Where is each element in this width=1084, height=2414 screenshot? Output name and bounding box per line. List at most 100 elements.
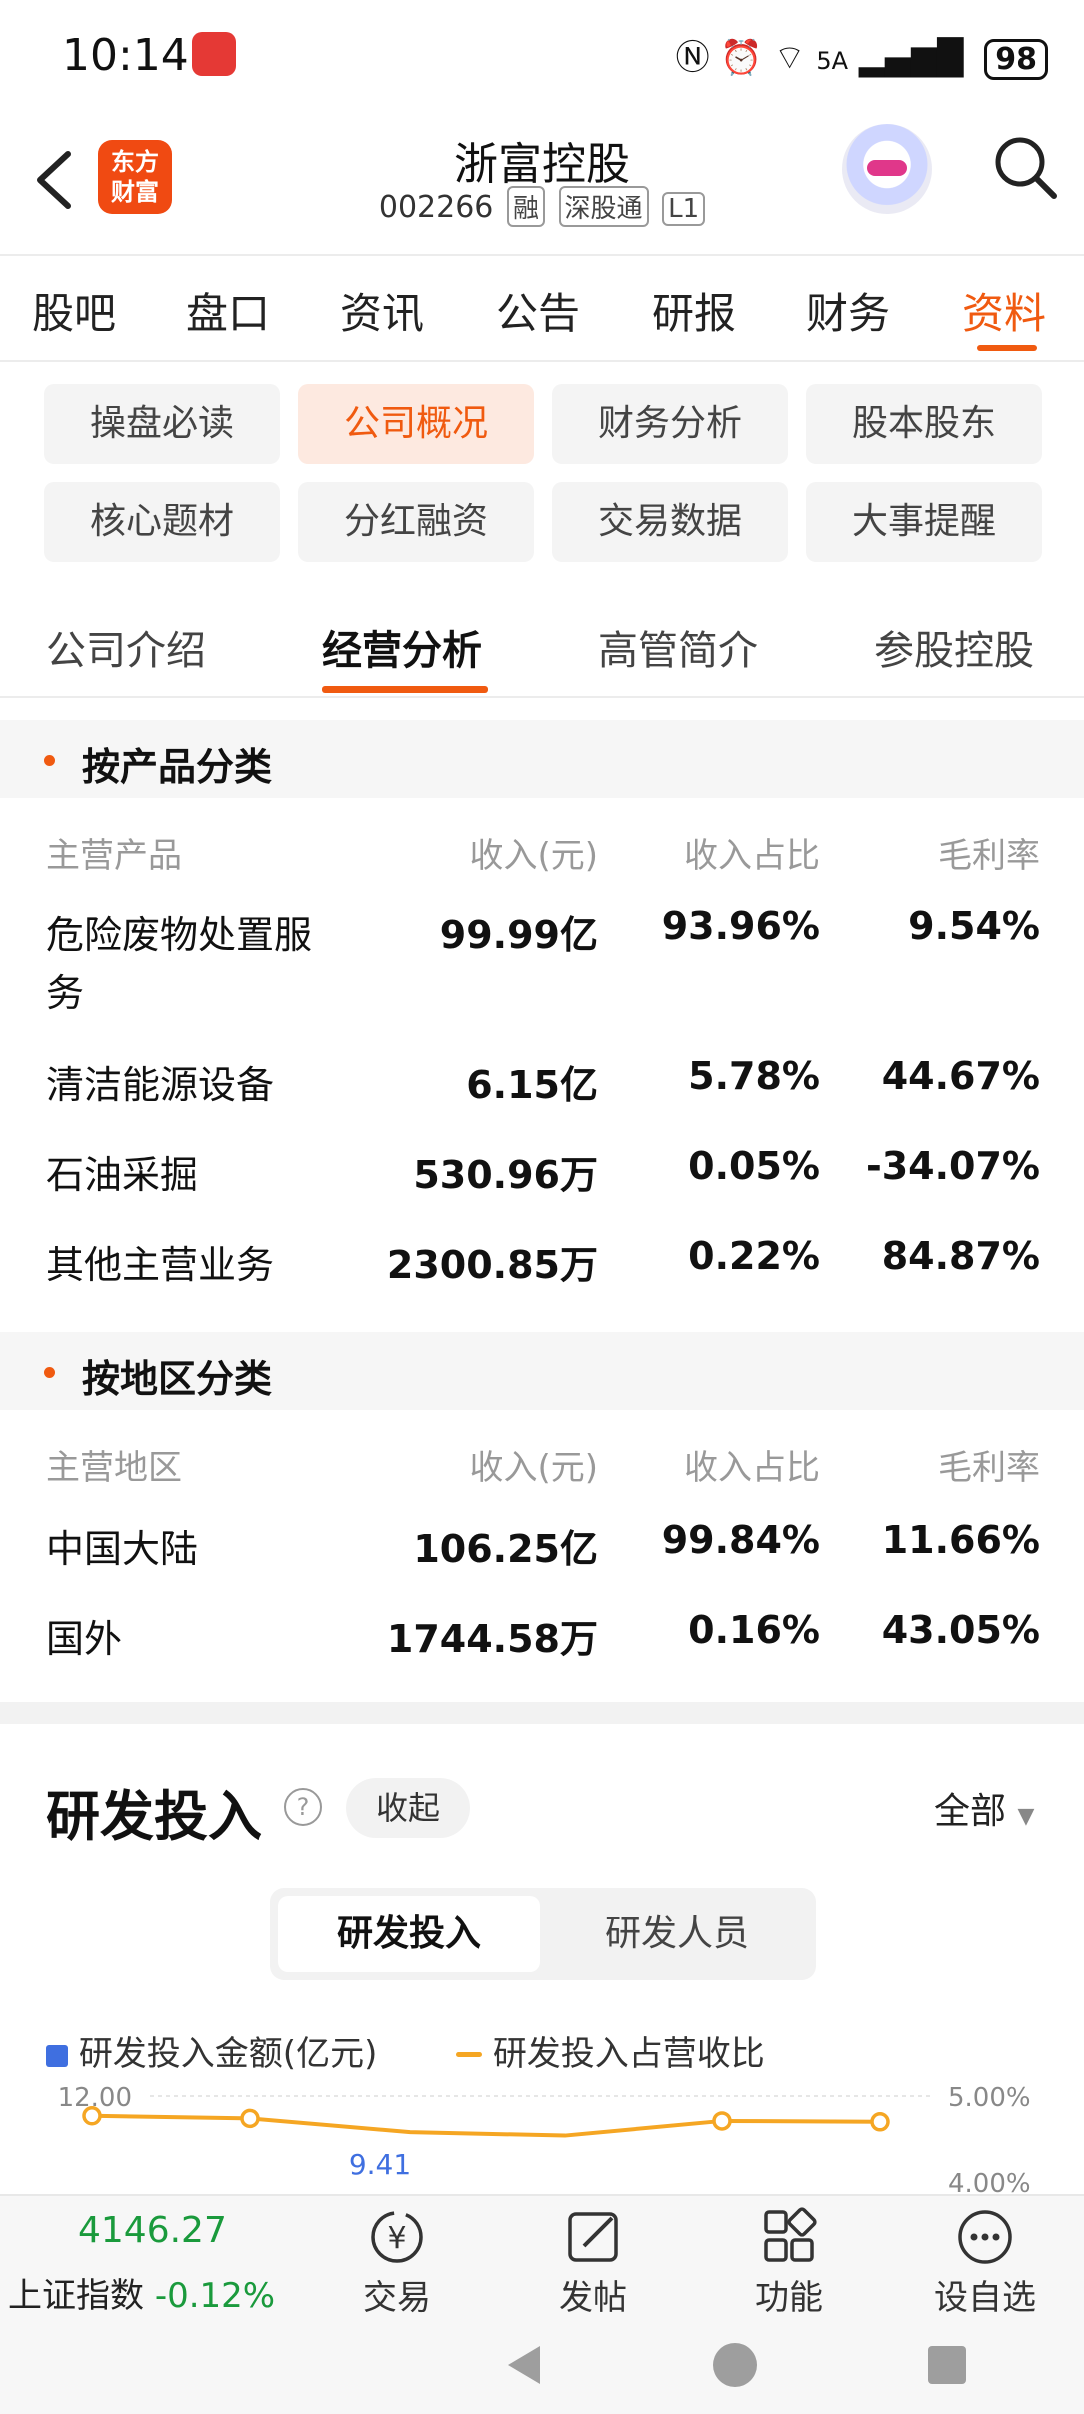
revenue-value: 6.15亿 — [466, 1063, 598, 1107]
svg-text:¥: ¥ — [387, 2221, 406, 2256]
legend-line-icon — [456, 2052, 482, 2057]
column-header-region: 主营地区 — [46, 1448, 182, 1488]
section-gap — [0, 1702, 1084, 1724]
margin-value: 84.87% — [881, 1234, 1040, 1278]
section-by-region: 按地区分类 — [0, 1332, 1084, 1410]
chip-core-themes[interactable]: 核心题材 — [44, 482, 280, 562]
subtab-executives[interactable]: 高管简介 — [598, 618, 758, 676]
ratio-point — [82, 2106, 102, 2126]
column-header-revenue: 收入(元) — [469, 1448, 598, 1488]
tab-pankou[interactable]: 盘口 — [186, 280, 270, 341]
chip-company-overview[interactable]: 公司概况 — [298, 384, 534, 464]
chip-event-reminders[interactable]: 大事提醒 — [806, 482, 1042, 562]
data-label: 9.41 — [349, 2148, 411, 2181]
ratio-value: 0.16% — [688, 1608, 820, 1652]
battery-indicator: 98 — [984, 39, 1048, 80]
subtab-holdings[interactable]: 参股控股 — [874, 618, 1034, 676]
add-watchlist-button[interactable]: 设自选 — [915, 2270, 1055, 2319]
collapse-button[interactable]: 收起 — [346, 1778, 470, 1838]
status-bar: 10:14 Ⓝ ⏰ ⌔ 5A ▂▄▆█ 98 — [0, 0, 1084, 110]
segment-rd-investment[interactable]: 研发投入 — [278, 1896, 540, 1972]
search-icon[interactable] — [990, 132, 1060, 202]
y-right-tick: 4.00% — [948, 2169, 1031, 2194]
ratio-value: 99.84% — [661, 1518, 820, 1562]
network-type: 5A — [816, 47, 849, 75]
ratio-point — [712, 2111, 732, 2131]
column-header-product: 主营产品 — [46, 836, 182, 876]
subtab-company-intro[interactable]: 公司介绍 — [46, 618, 206, 676]
ratio-value: 5.78% — [688, 1054, 820, 1098]
section-by-product: 按产品分类 — [0, 720, 1084, 798]
tab-news[interactable]: 资讯 — [340, 280, 424, 341]
rd-chart: 12.00 5.00% 4.00% 9.41 — [58, 2083, 1031, 2194]
margin-tag: 融 — [506, 186, 545, 227]
nav-recents-icon[interactable] — [922, 2340, 972, 2390]
ratio-value: 0.22% — [688, 1234, 820, 1278]
margin-value: 44.67% — [881, 1054, 1040, 1098]
nav-home-icon[interactable] — [710, 2340, 760, 2390]
caret-down-icon: ▼ — [1017, 1804, 1035, 1829]
ratio-point — [240, 2108, 260, 2129]
revenue-value: 106.25亿 — [413, 1527, 598, 1571]
wifi-icon: ⌔ — [773, 38, 806, 78]
ratio-line — [91, 2113, 881, 2138]
legend-label: 研发投入占营收比 — [492, 2034, 765, 2074]
status-icons: Ⓝ ⏰ ⌔ 5A ▂▄▆█ 98 — [676, 30, 1048, 80]
more-icon[interactable] — [950, 2206, 1020, 2268]
tab-profile[interactable]: 资料 — [962, 280, 1046, 341]
legend-label: 研发投入金额(亿元) — [78, 2034, 378, 2074]
signal-icon: ▂▄▆█ — [858, 38, 964, 78]
column-header-revenue: 收入(元) — [469, 836, 598, 876]
divider — [0, 696, 1084, 698]
subtab-operation-analysis[interactable]: 经营分析 — [322, 618, 482, 676]
index-name: 上证指数 — [8, 2276, 144, 2316]
post-icon[interactable] — [558, 2206, 628, 2268]
tab-guba[interactable]: 股吧 — [32, 280, 116, 341]
margin-value: 43.05% — [881, 1608, 1040, 1652]
trade-icon[interactable]: ¥ — [362, 2206, 432, 2268]
legend-item-ratio[interactable]: 研发投入占营收比 — [456, 2026, 765, 2075]
alarm-icon: ⏰ — [720, 38, 763, 78]
chip-trading-data[interactable]: 交易数据 — [552, 482, 788, 562]
tab-finance[interactable]: 财务 — [806, 280, 890, 341]
column-header-margin: 毛利率 — [938, 836, 1040, 876]
chip-shareholders[interactable]: 股本股东 — [806, 384, 1042, 464]
active-subtab-indicator — [322, 686, 488, 693]
tab-announcements[interactable]: 公告 — [496, 280, 580, 341]
trade-button[interactable]: 交易 — [327, 2270, 467, 2319]
ratio-point — [870, 2112, 890, 2132]
level-tag: L1 — [662, 192, 706, 226]
segment-rd-staff[interactable]: 研发人员 — [546, 1896, 808, 1972]
revenue-value: 2300.85万 — [386, 1243, 598, 1287]
assistant-avatar[interactable] — [842, 124, 932, 214]
connect-tag: 深股通 — [558, 186, 649, 227]
index-change: -0.12% — [154, 2276, 276, 2316]
status-time: 10:14 — [62, 30, 189, 81]
chip-financial-analysis[interactable]: 财务分析 — [552, 384, 788, 464]
legend-item-amount[interactable]: 研发投入金额(亿元) — [46, 2026, 377, 2075]
column-header-ratio: 收入占比 — [684, 836, 820, 876]
nav-back-icon[interactable] — [500, 2340, 550, 2390]
active-tab-indicator — [977, 345, 1037, 351]
period-filter-dropdown[interactable]: 全部 ▼ — [934, 1782, 1034, 1834]
margin-value: 11.66% — [881, 1518, 1040, 1562]
functions-icon[interactable] — [754, 2206, 824, 2268]
chip-must-read[interactable]: 操盘必读 — [44, 384, 280, 464]
product-name: 危险废物处置服 — [46, 913, 313, 957]
chip-dividends-financing[interactable]: 分红融资 — [298, 482, 534, 562]
legend-square-icon — [46, 2045, 68, 2067]
post-button[interactable]: 发帖 — [523, 2270, 663, 2319]
region-name: 国外 — [46, 1617, 123, 1661]
divider — [0, 254, 1084, 256]
revenue-value: 1744.58万 — [386, 1617, 598, 1661]
functions-button[interactable]: 功能 — [719, 2270, 859, 2319]
index-ticker[interactable]: 上证指数 -0.12% — [8, 2268, 275, 2317]
tab-research[interactable]: 研报 — [652, 280, 736, 341]
index-value[interactable]: 4146.27 — [78, 2210, 227, 2251]
help-icon[interactable]: ? — [284, 1788, 322, 1826]
revenue-value: 530.96万 — [413, 1153, 598, 1197]
ratio-line-series — [82, 2106, 890, 2138]
column-header-margin: 毛利率 — [938, 1448, 1040, 1488]
bullet-dot-icon — [44, 755, 55, 766]
bullet-dot-icon — [44, 1367, 55, 1378]
